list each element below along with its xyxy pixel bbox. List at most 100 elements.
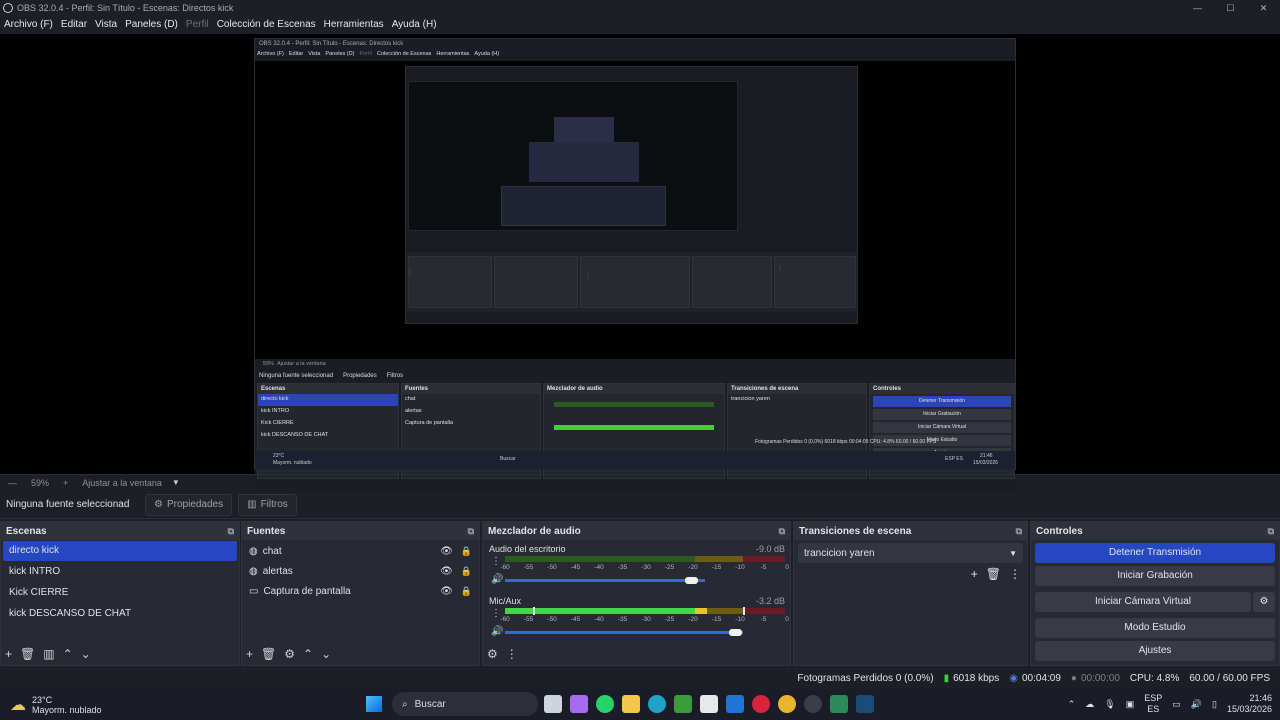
task-view-icon[interactable]: [544, 695, 562, 713]
move-down-icon[interactable]: ⌄: [81, 647, 91, 661]
whatsapp-icon[interactable]: [596, 695, 614, 713]
onedrive-icon[interactable]: ☁: [1085, 699, 1094, 710]
minimize-button[interactable]: —: [1181, 3, 1214, 14]
sources-dock: Fuentes ⧉ ◍ chat 👁 🔒 ◍ alertas 👁 🔒 ▭ Captura d…: [241, 521, 480, 666]
menu-paneles[interactable]: Paneles (D): [121, 19, 182, 30]
vcam-settings-icon[interactable]: ⚙: [1253, 592, 1275, 612]
advanced-audio-icon[interactable]: ⚙: [487, 647, 498, 661]
add-source-icon[interactable]: +: [246, 647, 253, 661]
filters-button[interactable]: ▥ Filtros: [238, 493, 297, 516]
opera-icon[interactable]: [752, 695, 770, 713]
clock[interactable]: 21:46 15/03/2026: [1227, 693, 1272, 715]
meter-tick-label: -35: [617, 616, 628, 623]
copilot-icon[interactable]: [570, 695, 588, 713]
taskbar-search[interactable]: ⌕ Buscar: [392, 692, 538, 716]
channel-db: -9.0 dB: [755, 544, 785, 554]
visibility-eye-icon[interactable]: 👁: [440, 566, 453, 577]
move-up-icon[interactable]: ⌃: [303, 647, 313, 661]
battery-icon[interactable]: ▯: [1212, 699, 1217, 710]
remove-scene-icon[interactable]: 🗑: [20, 647, 35, 661]
volume-tray-icon[interactable]: 🔊: [1191, 699, 1202, 710]
teams-icon[interactable]: ▣: [1126, 699, 1135, 710]
scene-item[interactable]: kick DESCANSO DE CHAT: [3, 604, 237, 624]
chevron-up-icon[interactable]: ⌃: [1068, 699, 1076, 710]
network-tray-icon[interactable]: ▭: [1172, 699, 1181, 710]
outlook-icon[interactable]: [726, 695, 744, 713]
source-properties-icon[interactable]: ⚙: [284, 647, 295, 661]
chrome-icon[interactable]: [778, 695, 796, 713]
volume-knob[interactable]: [729, 629, 742, 636]
meter-tick-label: -60: [500, 564, 510, 571]
app-icon[interactable]: [830, 695, 848, 713]
meter-tick-label: -45: [570, 564, 581, 571]
menu-archivo[interactable]: Archivo (F): [0, 19, 57, 30]
sources-header: Fuentes ⧉: [242, 522, 479, 540]
zoom-out-button[interactable]: —: [8, 478, 17, 488]
undock-icon[interactable]: ⧉: [228, 526, 234, 537]
move-up-icon[interactable]: ⌃: [63, 647, 73, 661]
visibility-eye-icon[interactable]: 👁: [440, 586, 453, 597]
add-scene-icon[interactable]: +: [5, 647, 12, 661]
nested-preview: [255, 61, 1015, 359]
mic-icon[interactable]: 🎙: [1104, 699, 1115, 710]
settings-button[interactable]: Ajustes: [1035, 641, 1275, 661]
sources-toolbar: + 🗑 ⚙ ⌃ ⌄: [246, 647, 331, 661]
steam-icon[interactable]: [856, 695, 874, 713]
start-recording-button[interactable]: Iniciar Grabación: [1035, 566, 1275, 586]
maximize-button[interactable]: ☐: [1214, 3, 1247, 14]
transition-menu-icon[interactable]: ⋮: [1009, 567, 1021, 581]
scene-filters-icon[interactable]: ▥: [43, 647, 54, 661]
lock-icon[interactable]: 🔒: [461, 566, 472, 577]
menu-editar[interactable]: Editar: [57, 19, 91, 30]
lock-icon[interactable]: 🔒: [461, 546, 472, 557]
language-indicator[interactable]: ESP ES: [1144, 693, 1162, 715]
menu-herramientas[interactable]: Herramientas: [320, 19, 388, 30]
remove-transition-icon[interactable]: 🗑: [986, 567, 1001, 581]
close-button[interactable]: ✕: [1247, 3, 1280, 14]
volume-knob[interactable]: [685, 577, 698, 584]
menu-vista[interactable]: Vista: [91, 19, 121, 30]
add-transition-icon[interactable]: +: [971, 567, 978, 581]
scene-item[interactable]: Kick CIERRE: [3, 583, 237, 603]
undock-icon[interactable]: ⧉: [1016, 526, 1022, 537]
zoom-dropdown-icon[interactable]: ▼: [172, 478, 180, 487]
source-item[interactable]: ▭ Captura de pantalla 👁 🔒: [243, 581, 478, 601]
store-icon[interactable]: [700, 695, 718, 713]
undock-icon[interactable]: ⧉: [468, 526, 474, 537]
source-item[interactable]: ◍ chat 👁 🔒: [243, 541, 478, 561]
menu-coleccion[interactable]: Colección de Escenas: [213, 19, 320, 30]
controls-dock: Controles ⧉ Detener Transmisión Iniciar G…: [1030, 521, 1280, 666]
fps: 60.00 / 60.00 FPS: [1189, 672, 1270, 684]
visibility-eye-icon[interactable]: 👁: [440, 546, 453, 557]
meter-tick-label: -50: [547, 616, 557, 623]
lock-icon[interactable]: 🔒: [461, 586, 472, 597]
minecraft-icon[interactable]: [674, 695, 692, 713]
weather-widget[interactable]: ☁ 23°C Mayorm. nublado: [10, 695, 102, 715]
file-explorer-icon[interactable]: [622, 695, 640, 713]
remove-source-icon[interactable]: 🗑: [261, 647, 276, 661]
windows-start-icon[interactable]: [366, 696, 382, 712]
source-item[interactable]: ◍ alertas 👁 🔒: [243, 561, 478, 581]
volume-slider[interactable]: [505, 577, 705, 584]
transition-select[interactable]: trancicion yaren ▼: [798, 543, 1023, 563]
mixer-menu-icon[interactable]: ⋮: [506, 647, 518, 661]
meter-tick-label: -20: [688, 616, 698, 623]
speaker-icon[interactable]: 🔊: [491, 574, 503, 585]
meter-tick-label: -30: [641, 564, 651, 571]
speaker-icon[interactable]: 🔊: [491, 626, 503, 637]
start-virtual-camera-button[interactable]: Iniciar Cámara Virtual: [1035, 592, 1251, 612]
volume-slider[interactable]: [505, 629, 743, 636]
zoom-in-button[interactable]: +: [63, 478, 68, 488]
properties-button[interactable]: ⚙ Propiedades: [145, 493, 233, 516]
scene-item[interactable]: directo kick: [3, 541, 237, 561]
scene-item[interactable]: kick INTRO: [3, 562, 237, 582]
undock-icon[interactable]: ⧉: [779, 526, 785, 537]
menu-ayuda[interactable]: Ayuda (H): [388, 19, 441, 30]
zoom-mode[interactable]: Ajustar a la ventana: [82, 478, 162, 488]
studio-mode-button[interactable]: Modo Estudio: [1035, 618, 1275, 638]
stop-stream-button[interactable]: Detener Transmisión: [1035, 543, 1275, 563]
obs-taskbar-icon[interactable]: [804, 695, 822, 713]
undock-icon[interactable]: ⧉: [1268, 526, 1274, 537]
edge-icon[interactable]: [648, 695, 666, 713]
move-down-icon[interactable]: ⌄: [321, 647, 331, 661]
